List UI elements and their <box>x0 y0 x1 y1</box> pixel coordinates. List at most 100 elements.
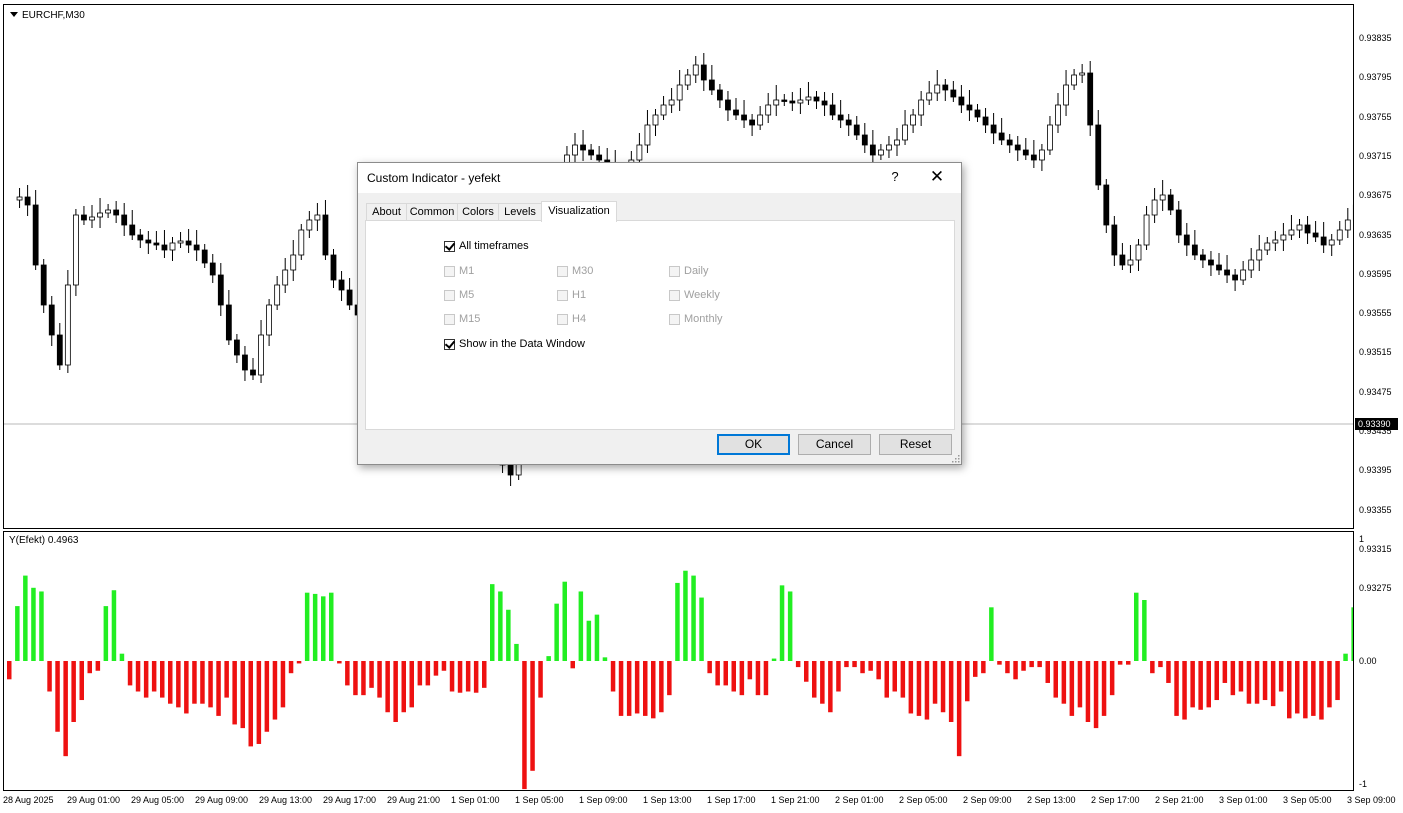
time-tick: 2 Sep 01:00 <box>835 795 884 805</box>
candle-body <box>209 262 216 276</box>
histogram-bar <box>1029 661 1034 668</box>
reset-button[interactable]: Reset <box>879 434 952 455</box>
candle-body <box>998 132 1005 141</box>
timeframe-daily-checkbox[interactable]: Daily <box>669 265 708 277</box>
histogram-bar <box>948 661 954 722</box>
price-tick: 0.93395 <box>1359 465 1392 476</box>
tab-visualization[interactable]: Visualization <box>541 201 617 222</box>
candle-body <box>692 64 699 76</box>
histogram-bar <box>651 661 656 719</box>
candle-body <box>966 104 973 111</box>
checkmark-icon <box>444 239 456 251</box>
timeframe-monthly-checkbox[interactable]: Monthly <box>669 313 723 325</box>
candle-body <box>177 240 184 244</box>
time-tick: 29 Aug 09:00 <box>195 795 249 805</box>
candle-body <box>233 339 240 356</box>
histogram-bar <box>610 661 616 692</box>
histogram-bar <box>119 653 125 661</box>
candle-body <box>886 144 892 151</box>
candle-body <box>1344 219 1351 231</box>
histogram-bar <box>55 661 60 732</box>
candle-body <box>1087 72 1094 126</box>
histogram-bar <box>457 661 463 693</box>
cancel-button[interactable]: Cancel <box>798 434 871 455</box>
histogram-bar <box>908 661 914 714</box>
time-tick: 29 Aug 17:00 <box>323 795 377 805</box>
candle-body <box>1127 259 1134 266</box>
histogram-bar <box>594 614 600 661</box>
candle-body <box>845 119 852 126</box>
custom-indicator-dialog: Custom Indicator - yefekt ? ✕ About Comm… <box>357 162 962 465</box>
price-tick: 0.93635 <box>1359 229 1392 240</box>
candle-body <box>1175 209 1182 236</box>
histogram-bar <box>1351 607 1353 661</box>
timeframe-m15-checkbox[interactable]: M15 <box>444 313 480 325</box>
candle-body <box>668 99 675 106</box>
histogram-bar <box>111 590 117 661</box>
price-tick: 0.93715 <box>1359 150 1392 161</box>
tab-about[interactable]: About <box>366 203 407 221</box>
time-tick: 2 Sep 13:00 <box>1027 795 1076 805</box>
timeframe-h1-checkbox[interactable]: H1 <box>557 289 586 301</box>
all-timeframes-checkbox[interactable]: All timeframes <box>444 239 529 252</box>
candle-body <box>137 234 144 241</box>
time-tick: 29 Aug 05:00 <box>131 795 185 805</box>
candle-body <box>1208 259 1214 266</box>
histogram-bar <box>707 661 712 674</box>
tab-colors[interactable]: Colors <box>457 203 499 221</box>
dialog-titlebar[interactable]: Custom Indicator - yefekt ? ✕ <box>358 163 961 193</box>
tab-levels[interactable]: Levels <box>498 203 542 221</box>
candle-body <box>950 89 957 98</box>
candle-body <box>282 269 289 286</box>
resize-grip-icon[interactable] <box>950 453 960 463</box>
histogram-bar <box>385 661 390 713</box>
checkmark-icon <box>444 337 456 349</box>
candle-body <box>757 114 764 126</box>
candle-body <box>1264 242 1271 251</box>
candle-body <box>1095 124 1102 186</box>
ok-button[interactable]: OK <box>717 434 790 455</box>
candle-body <box>73 214 79 286</box>
time-tick: 1 Sep 13:00 <box>643 795 692 805</box>
histogram-bar <box>216 661 221 716</box>
price-tick: 0.93675 <box>1359 190 1392 201</box>
timeframe-m1-checkbox[interactable]: M1 <box>444 265 474 277</box>
help-button[interactable]: ? <box>885 169 905 184</box>
histogram-bar <box>482 661 487 688</box>
candle-body <box>741 114 747 121</box>
histogram-bar <box>264 661 270 732</box>
histogram-bar <box>1061 661 1067 704</box>
histogram-bar <box>884 661 889 698</box>
chart-symbol-label[interactable]: EURCHF,M30 <box>10 10 85 21</box>
close-button[interactable]: ✕ <box>924 167 950 187</box>
histogram-bar <box>1190 661 1195 708</box>
histogram-bar <box>151 661 157 692</box>
histogram-bar <box>63 661 68 757</box>
histogram-bar <box>804 661 809 682</box>
histogram-bar <box>634 661 640 714</box>
candle-body <box>660 104 667 116</box>
candle-body <box>1111 224 1118 256</box>
candle-body <box>1240 269 1247 281</box>
candle-body <box>113 209 120 216</box>
histogram-bar <box>1093 661 1099 729</box>
candle-body <box>40 264 47 306</box>
timeframe-weekly-checkbox[interactable]: Weekly <box>669 289 720 301</box>
time-tick: 2 Sep 21:00 <box>1155 795 1204 805</box>
candle-body <box>1224 269 1230 276</box>
timeframe-m30-checkbox[interactable]: M30 <box>557 265 593 277</box>
indicator-subwindow[interactable]: Y(Efekt) 0.4963 <box>3 531 1354 791</box>
candle-body <box>572 144 578 156</box>
candle-body <box>185 240 192 246</box>
histogram-bar <box>1278 661 1284 692</box>
tab-common[interactable]: Common <box>406 203 458 221</box>
candle-body <box>708 79 715 91</box>
timeframe-m5-checkbox[interactable]: M5 <box>444 289 474 301</box>
timeframe-h4-checkbox[interactable]: H4 <box>557 313 586 325</box>
histogram-bar <box>868 661 873 671</box>
candle-body <box>1071 74 1077 86</box>
histogram-bar <box>95 661 101 671</box>
show-data-window-checkbox[interactable]: Show in the Data Window <box>444 337 585 350</box>
candle-body <box>242 354 248 371</box>
histogram-bar <box>667 661 672 696</box>
